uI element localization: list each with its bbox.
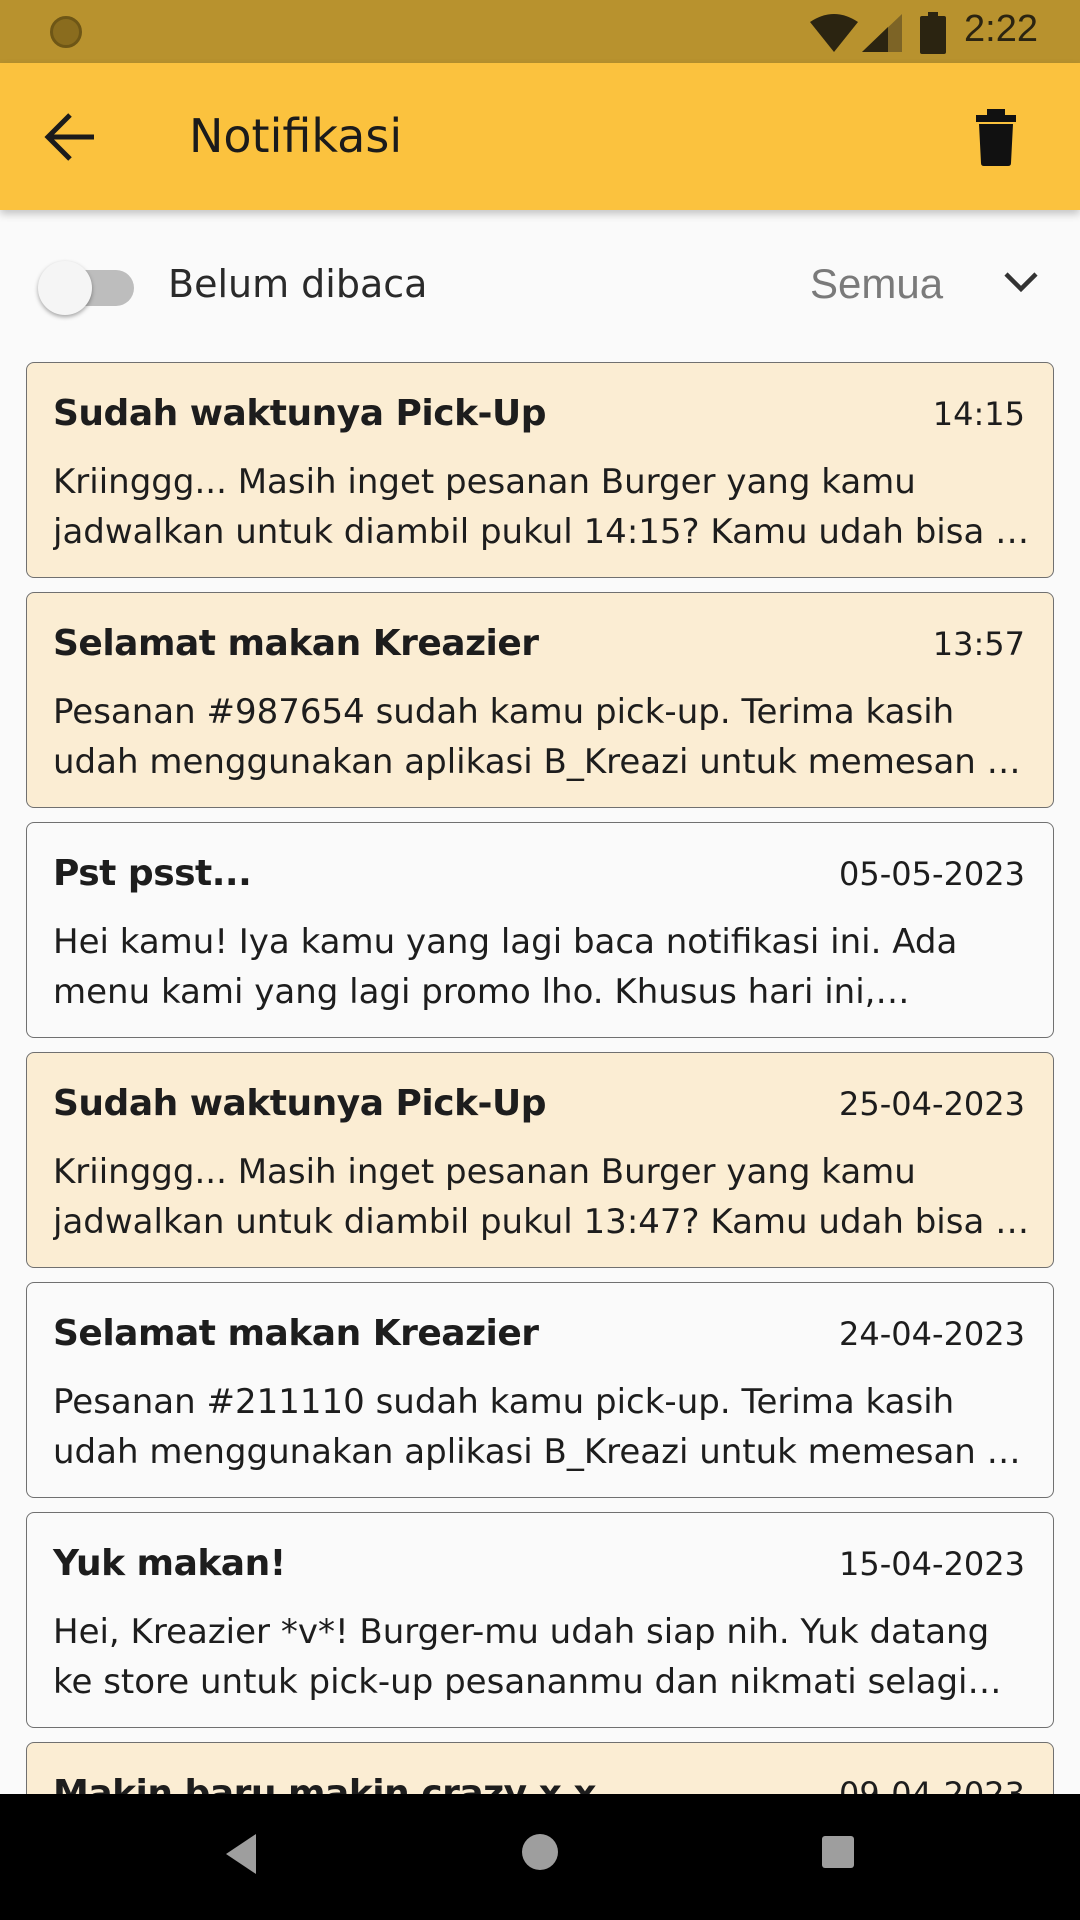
- notification-time: 14:15: [932, 395, 1025, 433]
- unread-toggle-label: Belum dibaca: [168, 262, 428, 306]
- notification-body: Hei, Kreazier *v*! Burger-mu udah siap n…: [53, 1612, 990, 1702]
- notification-time: 15-04-2023: [839, 1545, 1025, 1583]
- notification-body: Hei kamu! Iya kamu yang lagi baca notifi…: [53, 922, 958, 1012]
- system-nav-bar: [0, 1794, 1080, 1920]
- notification-card[interactable]: Makin baru makin crazy x x 09-04-2023: [26, 1742, 1054, 1794]
- notification-card[interactable]: Selamat makan Kreazier 24-04-2023 Pesanan …: [26, 1282, 1054, 1498]
- notification-title: Selamat makan Kreazier: [53, 623, 539, 664]
- trash-icon[interactable]: [966, 107, 1026, 167]
- notification-card[interactable]: Sudah waktunya Pick-Up 25-04-2023 Kriinggg…: [26, 1052, 1054, 1268]
- nav-back-icon[interactable]: [222, 1832, 258, 1876]
- notification-title: Pst psst...: [53, 853, 252, 894]
- back-arrow-icon[interactable]: [40, 107, 104, 167]
- notification-card[interactable]: Sudah waktunya Pick-Up 14:15 Kriinggg... M…: [26, 362, 1054, 578]
- notification-list[interactable]: Sudah waktunya Pick-Up 14:15 Kriinggg... M…: [26, 362, 1054, 1794]
- app-bar: Notifikasi: [0, 63, 1080, 210]
- notification-body: Kriinggg... Masih inget pesanan Burger y…: [53, 462, 1030, 552]
- notification-time: 05-05-2023: [839, 855, 1025, 893]
- nav-home-icon[interactable]: [520, 1832, 560, 1872]
- signal-icon: [862, 14, 902, 52]
- notification-title: Yuk makan!: [53, 1543, 286, 1584]
- filter-row: Belum dibaca Semua: [0, 240, 1080, 336]
- filter-dropdown[interactable]: Semua: [790, 254, 1050, 314]
- notification-dot-icon: [50, 16, 82, 48]
- notification-body: Kriinggg... Masih inget pesanan Burger y…: [53, 1152, 1030, 1242]
- notification-body: Pesanan #211110 sudah kamu pick-up. Teri…: [53, 1382, 1021, 1472]
- notification-title: Makin baru makin crazy x x: [53, 1773, 597, 1794]
- wifi-icon: [810, 14, 858, 52]
- status-clock: 2:22: [964, 8, 1038, 50]
- notification-title: Sudah waktunya Pick-Up: [53, 393, 546, 434]
- notification-title: Sudah waktunya Pick-Up: [53, 1083, 546, 1124]
- status-bar: 2:22: [0, 0, 1080, 63]
- notification-time: 09-04-2023: [839, 1775, 1025, 1794]
- chevron-down-icon: [1004, 272, 1038, 293]
- notification-body: Pesanan #987654 sudah kamu pick-up. Teri…: [53, 692, 1021, 782]
- notification-card[interactable]: Selamat makan Kreazier 13:57 Pesanan #9876…: [26, 592, 1054, 808]
- battery-icon: [920, 12, 946, 54]
- notification-time: 13:57: [932, 625, 1025, 663]
- notification-time: 24-04-2023: [839, 1315, 1025, 1353]
- unread-toggle-switch[interactable]: [38, 261, 92, 315]
- notification-card[interactable]: Pst psst... 05-05-2023 Hei kamu! Iya kamu …: [26, 822, 1054, 1038]
- notification-time: 25-04-2023: [839, 1085, 1025, 1123]
- page-title: Notifikasi: [189, 109, 403, 163]
- nav-recents-icon[interactable]: [820, 1834, 856, 1870]
- notification-title: Selamat makan Kreazier: [53, 1313, 539, 1354]
- filter-dropdown-value: Semua: [810, 260, 944, 307]
- notification-card[interactable]: Yuk makan! 15-04-2023 Hei, Kreazier *v*! B…: [26, 1512, 1054, 1728]
